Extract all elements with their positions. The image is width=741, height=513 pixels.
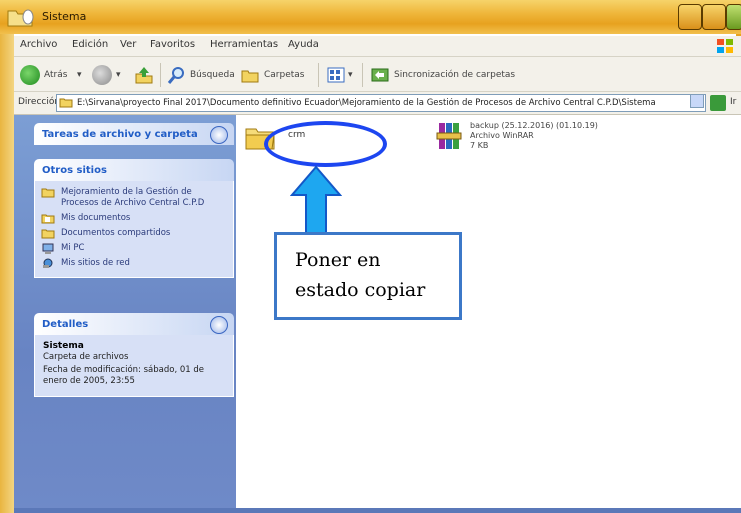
folders-button[interactable]: Carpetas [264, 70, 304, 80]
window-title: Sistema [42, 10, 87, 23]
sync-folders-button[interactable]: Sincronización de carpetas [394, 70, 515, 80]
details-section: Detalles Sistema Carpeta de archivos Fec… [34, 313, 234, 397]
back-label[interactable]: Atrás [44, 70, 67, 80]
file-tasks-title: Tareas de archivo y carpeta [42, 129, 198, 140]
file-tasks-header[interactable]: Tareas de archivo y carpeta [34, 123, 234, 145]
address-bar: Dirección E:\Sirvana\proyecto Final 2017… [14, 92, 741, 115]
details-header[interactable]: Detalles [34, 313, 234, 335]
back-arrow-icon[interactable] [20, 65, 40, 85]
search-button[interactable]: Búsqueda [190, 70, 235, 80]
winrar-archive-icon[interactable] [436, 121, 464, 151]
menu-bar: Archivo Edición Ver Favoritos Herramient… [14, 36, 741, 57]
sync-folders-icon[interactable] [370, 65, 390, 85]
minimize-button[interactable] [678, 4, 702, 30]
toolbar: Atrás ▾ ▾ Búsqueda Carpetas ▾ Sincroniza… [14, 57, 741, 92]
menu-edicion[interactable]: Edición [72, 39, 108, 50]
details-body: Sistema Carpeta de archivos Fecha de mod… [34, 335, 234, 397]
go-label[interactable]: Ir [730, 97, 736, 107]
explorer-window: Sistema Archivo Edición Ver Favoritos He… [0, 0, 741, 513]
address-field[interactable]: E:\Sirvana\proyecto Final 2017\Documento… [56, 94, 706, 112]
other-places-header[interactable]: Otros sitios [34, 159, 234, 181]
windows-logo-icon [717, 39, 733, 53]
other-place-label: Mi PC [61, 243, 85, 253]
menu-archivo[interactable]: Archivo [20, 39, 57, 50]
forward-dropdown-icon[interactable]: ▾ [116, 70, 121, 80]
toolbar-separator [362, 63, 363, 87]
address-label: Dirección [18, 97, 61, 107]
archive-file-size: 7 KB [470, 141, 489, 150]
other-places-title: Otros sitios [42, 165, 107, 176]
archive-file-info[interactable]: backup (25.12.2016) (01.10.19) Archivo W… [470, 121, 598, 151]
other-place-network[interactable]: Mis sitios de red [35, 256, 233, 277]
folders-icon[interactable] [240, 65, 260, 85]
title-bar[interactable]: Sistema [0, 0, 741, 34]
other-places-list: Mejoramiento de la Gestión de Procesos d… [34, 181, 234, 278]
maximize-button[interactable] [702, 4, 726, 30]
details-name: Sistema [43, 341, 84, 351]
details-modified: Fecha de modificación: sábado, 01 de ene… [43, 365, 204, 386]
address-dropdown-icon[interactable] [690, 94, 704, 108]
other-place-shared-documents[interactable]: Documentos compartidos [35, 226, 233, 241]
details-type: Carpeta de archivos [43, 352, 129, 362]
shared-folder-icon [41, 229, 55, 239]
file-tasks-section: Tareas de archivo y carpeta [34, 123, 234, 145]
expand-chevron-icon[interactable] [210, 316, 228, 334]
other-place-parent-folder[interactable]: Mejoramiento de la Gestión de Procesos d… [35, 181, 233, 211]
forward-arrow-icon[interactable] [92, 65, 112, 85]
other-place-label: Mis documentos [61, 213, 131, 223]
back-dropdown-icon[interactable]: ▾ [77, 70, 82, 80]
archive-file-type: Archivo WinRAR [470, 131, 534, 140]
network-places-icon [43, 258, 53, 268]
callout-line-1: Poner en [295, 249, 381, 271]
other-place-my-computer[interactable]: Mi PC [35, 241, 233, 256]
window-frame-left [0, 34, 14, 513]
views-icon[interactable] [326, 65, 346, 85]
details-title: Detalles [42, 319, 89, 330]
computer-icon [42, 243, 54, 254]
go-arrow-icon[interactable] [710, 95, 726, 111]
menu-favoritos[interactable]: Favoritos [150, 39, 195, 50]
menu-herramientas[interactable]: Herramientas [210, 39, 278, 50]
toolbar-separator [318, 63, 319, 87]
other-places-section: Otros sitios Mejoramiento de la Gestión … [34, 159, 234, 278]
expand-chevron-icon[interactable] [210, 126, 228, 144]
folder-icon [59, 98, 73, 108]
menu-ver[interactable]: Ver [120, 39, 136, 50]
folder-icon [41, 188, 55, 198]
other-place-label: Mejoramiento de la Gestión de Procesos d… [61, 187, 205, 208]
task-pane: Tareas de archivo y carpeta Otros sitios… [14, 115, 236, 513]
documents-folder-icon [41, 214, 55, 224]
archive-file-name: backup (25.12.2016) (01.10.19) [470, 121, 598, 130]
highlight-ellipse [264, 121, 387, 167]
views-dropdown-icon[interactable]: ▾ [348, 70, 353, 80]
callout-line-2: estado copiar [295, 279, 426, 301]
window-frame-bottom [14, 508, 741, 513]
menu-ayuda[interactable]: Ayuda [288, 39, 319, 50]
toolbar-separator [160, 63, 161, 87]
folder-icon [7, 9, 34, 27]
other-place-my-documents[interactable]: Mis documentos [35, 211, 233, 226]
up-folder-icon[interactable] [134, 65, 154, 85]
search-icon[interactable] [166, 65, 186, 85]
other-place-label: Mis sitios de red [61, 258, 130, 268]
annotation-callout: Poner en estado copiar [274, 232, 462, 320]
other-place-label: Documentos compartidos [61, 228, 171, 238]
close-button[interactable] [726, 4, 741, 30]
address-path: E:\Sirvana\proyecto Final 2017\Documento… [77, 98, 656, 108]
